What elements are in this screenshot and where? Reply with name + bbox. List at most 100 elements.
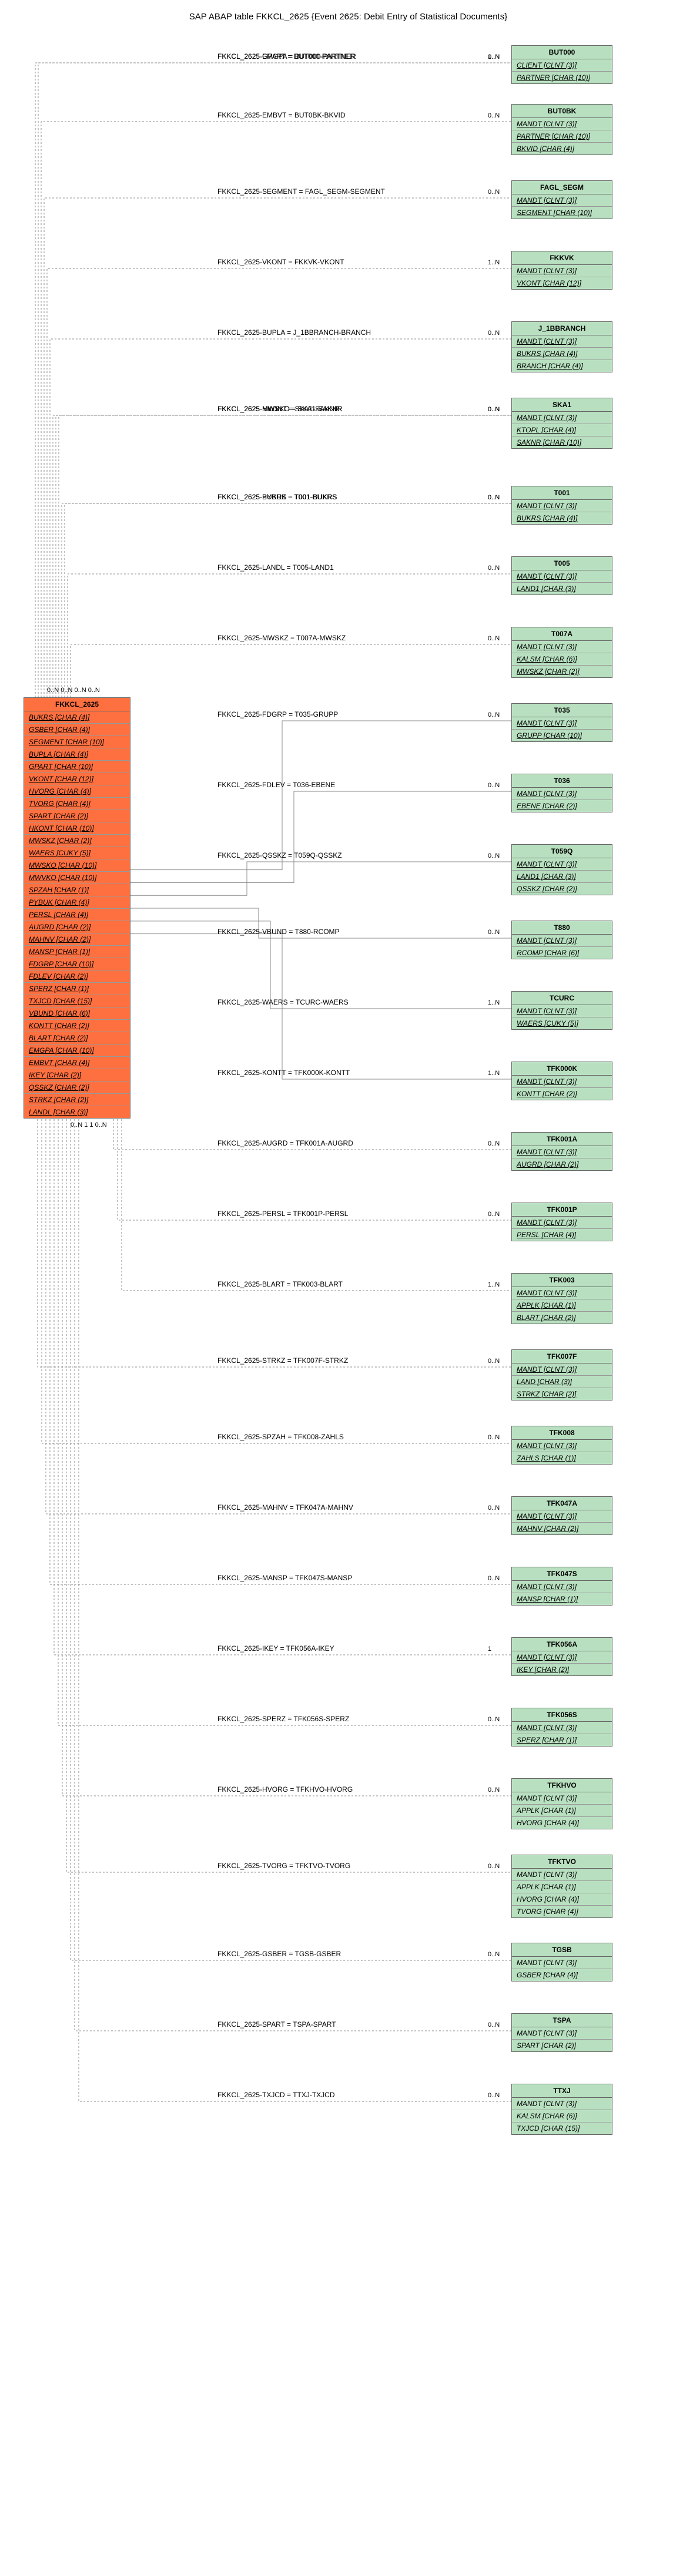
entity-field: BKVID [CHAR (4)]: [512, 143, 612, 155]
entity-field: KONTT [CHAR (2)]: [24, 1020, 130, 1032]
entity-title: TFK047A: [512, 1497, 612, 1510]
target-entity: T005MANDT [CLNT (3)]LAND1 [CHAR (3)]: [511, 556, 612, 595]
entity-field: MANSP [CHAR (1)]: [512, 1593, 612, 1605]
edge-label: FKKCL_2625-MWVKO = SKA1-SAKNR: [217, 405, 342, 413]
entity-field: BUKRS [CHAR (4)]: [512, 512, 612, 524]
target-entity: J_1BBRANCHMANDT [CLNT (3)]BUKRS [CHAR (4…: [511, 321, 612, 372]
entity-title: TFK047S: [512, 1567, 612, 1581]
entity-title: T035: [512, 704, 612, 717]
cardinality-label: 0..N: [488, 494, 500, 501]
target-entity: TFK000KMANDT [CLNT (3)]KONTT [CHAR (2)]: [511, 1062, 612, 1100]
entity-field: MANDT [CLNT (3)]: [512, 1651, 612, 1664]
edge-label: FKKCL_2625-MANSP = TFK047S-MANSP: [217, 1574, 352, 1582]
entity-field: MANDT [CLNT (3)]: [512, 194, 612, 207]
edge-label: FKKCL_2625-EMBVT = BUT0BK-BKVID: [217, 111, 346, 119]
entity-title: TCURC: [512, 992, 612, 1005]
target-entity: TCURCMANDT [CLNT (3)]WAERS [CUKY (5)]: [511, 991, 612, 1030]
entity-field: VKONT [CHAR (12)]: [512, 277, 612, 289]
entity-field: MANDT [CLNT (3)]: [512, 1440, 612, 1452]
entity-field: MANSP [CHAR (1)]: [24, 946, 130, 958]
cardinality-label: 0..N: [488, 1786, 500, 1794]
entity-field: SAKNR [CHAR (10)]: [512, 436, 612, 448]
entity-field: GSBER [CHAR (4)]: [24, 724, 130, 736]
cardinality-label: 1..N: [488, 1070, 500, 1077]
target-entity: SKA1MANDT [CLNT (3)]KTOPL [CHAR (4)]SAKN…: [511, 398, 612, 449]
entity-field: PARTNER [CHAR (10)]: [512, 130, 612, 143]
target-entity: TFK047AMANDT [CLNT (3)]MAHNV [CHAR (2)]: [511, 1496, 612, 1535]
entity-title: T880: [512, 921, 612, 935]
entity-field: MANDT [CLNT (3)]: [512, 265, 612, 277]
entity-field: EBENE [CHAR (2)]: [512, 800, 612, 812]
target-entity: BUT000CLIENT [CLNT (3)]PARTNER [CHAR (10…: [511, 45, 612, 84]
edge-label: FKKCL_2625-TXJCD = TTXJ-TXJCD: [217, 2091, 335, 2099]
entity-title: TFK003: [512, 1274, 612, 1287]
edge-label: FKKCL_2625-MAHNV = TFK047A-MAHNV: [217, 1503, 353, 1512]
edge-label: FKKCL_2625-SPART = TSPA-SPART: [217, 2020, 336, 2028]
entity-title: TFK056A: [512, 1638, 612, 1651]
entity-title: TFK007F: [512, 1350, 612, 1363]
edge-label: FKKCL_2625-SEGMENT = FAGL_SEGM-SEGMENT: [217, 187, 385, 196]
entity-title: TFKHVO: [512, 1779, 612, 1792]
target-entity: TFK001PMANDT [CLNT (3)]PERSL [CHAR (4)]: [511, 1203, 612, 1241]
entity-field: MANDT [CLNT (3)]: [512, 118, 612, 130]
edge-label: FKKCL_2625-LANDL = T005-LAND1: [217, 563, 334, 572]
entity-title: TGSB: [512, 1943, 612, 1957]
entity-field: EMGPA [CHAR (10)]: [24, 1044, 130, 1057]
target-entity: T035MANDT [CLNT (3)]GRUPP [CHAR (10)]: [511, 703, 612, 742]
edge-label: FKKCL_2625-KONTT = TFK000K-KONTT: [217, 1069, 350, 1077]
entity-field: MANDT [CLNT (3)]: [512, 717, 612, 730]
cardinality-label: 0..N: [488, 929, 500, 936]
cardinality-label: 0..N: [488, 635, 500, 642]
edge-label: FKKCL_2625-VKONT = FKKVK-VKONT: [217, 258, 344, 266]
entity-title: J_1BBRANCH: [512, 322, 612, 335]
entity-field: LAND1 [CHAR (3)]: [512, 871, 612, 883]
entity-title: TFK000K: [512, 1062, 612, 1076]
entity-field: QSSKZ [CHAR (2)]: [24, 1082, 130, 1094]
cardinality-label: 0..N: [488, 852, 500, 859]
entity-field: LANDL [CHAR (3)]: [24, 1106, 130, 1118]
cardinality-label: 0..N: [488, 565, 500, 572]
entity-field: SPART [CHAR (2)]: [512, 2040, 612, 2051]
entity-field: BUKRS [CHAR (4)]: [512, 348, 612, 360]
cardinality-label: 1..N: [488, 259, 500, 266]
entity-field: MANDT [CLNT (3)]: [512, 1792, 612, 1805]
entity-field: KALSM [CHAR (6)]: [512, 653, 612, 666]
entity-field: LAND [CHAR (3)]: [512, 1376, 612, 1388]
entity-field: APPLK [CHAR (1)]: [512, 1805, 612, 1817]
entity-field: VBUND [CHAR (6)]: [24, 1007, 130, 1020]
entity-field: MANDT [CLNT (3)]: [512, 858, 612, 871]
entity-field: MANDT [CLNT (3)]: [512, 1076, 612, 1088]
entity-field: SPZAH [CHAR (1)]: [24, 884, 130, 896]
entity-field: RCOMP [CHAR (6)]: [512, 947, 612, 959]
entity-field: MANDT [CLNT (3)]: [512, 1363, 612, 1376]
entity-field: MWSKZ [CHAR (2)]: [512, 666, 612, 677]
entity-field: MANDT [CLNT (3)]: [512, 2027, 612, 2040]
entity-title: TFKTVO: [512, 1855, 612, 1869]
cardinality-label: 0..N: [488, 2092, 500, 2099]
target-entity: TGSBMANDT [CLNT (3)]GSBER [CHAR (4)]: [511, 1943, 612, 1981]
entity-field: WAERS [CUKY (5)]: [512, 1017, 612, 1029]
edge-label: FKKCL_2625-PYBUK = T001-BUKRS: [217, 493, 337, 501]
cardinality-label: 0..N: [488, 782, 500, 789]
entity-field: IKEY [CHAR (2)]: [512, 1664, 612, 1675]
entity-field: BUKRS [CHAR (4)]: [24, 711, 130, 724]
entity-title: TFK008: [512, 1426, 612, 1440]
entity-field: GSBER [CHAR (4)]: [512, 1969, 612, 1981]
cardinality-label: 0..N: [488, 711, 500, 718]
edge-label: FKKCL_2625-PERSL = TFK001P-PERSL: [217, 1210, 348, 1218]
target-entity: T059QMANDT [CLNT (3)]LAND1 [CHAR (3)]QSS…: [511, 844, 612, 895]
entity-field: PERSL [CHAR (4)]: [512, 1229, 612, 1241]
target-entity: TFK056SMANDT [CLNT (3)]SPERZ [CHAR (1)]: [511, 1708, 612, 1747]
cardinality-label: 0..N: [488, 1716, 500, 1723]
entity-field: HKONT [CHAR (10)]: [24, 822, 130, 835]
entity-field: MANDT [CLNT (3)]: [512, 1287, 612, 1299]
entity-field: VKONT [CHAR (12)]: [24, 773, 130, 785]
target-entity: TFK003MANDT [CLNT (3)]APPLK [CHAR (1)]BL…: [511, 1273, 612, 1324]
entity-field: MWVKO [CHAR (10)]: [24, 872, 130, 884]
entity-field: MAHNV [CHAR (2)]: [24, 933, 130, 946]
target-entity: TFK008MANDT [CLNT (3)]ZAHLS [CHAR (1)]: [511, 1426, 612, 1465]
entity-field: MANDT [CLNT (3)]: [512, 1957, 612, 1969]
entity-field: KONTT [CHAR (2)]: [512, 1088, 612, 1100]
entity-field: MANDT [CLNT (3)]: [512, 1869, 612, 1881]
cardinality-label: 0..N: [488, 330, 500, 337]
